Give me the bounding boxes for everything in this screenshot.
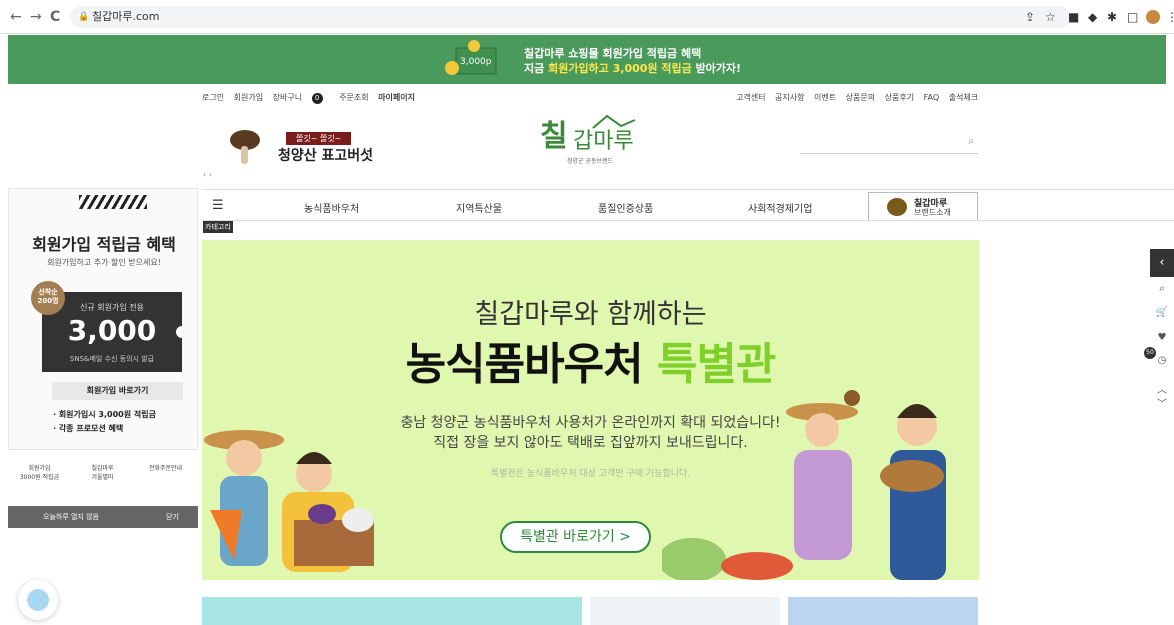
- nav-item-social[interactable]: 사회적경제기업: [748, 200, 812, 215]
- benefit-1: · 회원가입시 3,000원 적립금: [53, 410, 156, 419]
- url-text: 칠갑마루.com: [92, 10, 160, 23]
- mypage-link[interactable]: 마이페이지: [378, 93, 415, 102]
- banner-line2: 지금 회원가입하고 3,000원 적립금 받아가자!: [524, 62, 742, 75]
- farmers-illustration-right: [662, 390, 946, 580]
- nav-item-local[interactable]: 지역특산물: [456, 200, 502, 215]
- content-card[interactable]: [788, 597, 978, 625]
- extension-icon[interactable]: ◆: [1088, 10, 1097, 24]
- puzzle-icon[interactable]: ✱: [1107, 10, 1117, 24]
- popup-links: 회원가입 3000원 적립금 칠갑마루 겨울별미 전화주문안내: [8, 458, 198, 498]
- content-card[interactable]: [202, 597, 582, 625]
- brand-sub: 브랜드소개: [914, 208, 951, 217]
- cart-count-badge: 0: [311, 93, 323, 104]
- category-tooltip: 카테고리: [203, 221, 233, 233]
- hamburger-menu-icon[interactable]: ☰: [212, 198, 224, 213]
- cart-icon[interactable]: 🛒: [1150, 307, 1174, 318]
- hero-line1: 칠갑마루와 함께하는: [474, 299, 707, 330]
- heart-icon[interactable]: ♥: [1150, 332, 1174, 343]
- coupon-note: SNS&메일 수신 동의시 발급: [69, 355, 155, 363]
- join-link[interactable]: 회원가입: [234, 93, 263, 102]
- signup-popup: 회원가입 적립금 혜택 회원가입하고 추가 할인 받으세요! 신규 회원가입 전…: [0, 188, 202, 530]
- recent-count-badge: 50: [1144, 347, 1156, 359]
- bookmark-star-icon[interactable]: ☆: [1045, 10, 1056, 24]
- svg-text:갑마루: 갑마루: [573, 129, 634, 154]
- special-hall-button[interactable]: 특별관 바로가기 >: [500, 521, 651, 553]
- first-come-badge: 선착순 200명: [31, 281, 65, 315]
- popup-link-winter[interactable]: 칠갑마루 겨울별미: [71, 458, 134, 482]
- promo-tag: 쫄깃~ 쫄깃~: [286, 132, 352, 145]
- browser-toolbar: ← → C 🔒 칠갑마루.com ⇪ ☆ ■ ◆ ✱ □ ⋮: [0, 0, 1174, 34]
- cart-link[interactable]: 장바구니 0: [273, 93, 330, 104]
- close-button[interactable]: 닫기: [166, 512, 179, 522]
- search-input[interactable]: ⌕: [800, 130, 978, 154]
- util-link-event[interactable]: 이벤트: [814, 93, 836, 102]
- search-icon[interactable]: ⌕: [1150, 283, 1174, 294]
- mushroom-icon: [230, 130, 260, 164]
- svg-text:칠: 칠: [540, 119, 568, 154]
- close-today-button[interactable]: 오늘하루 열지 않음: [43, 512, 99, 522]
- main-nav: ☰ 농식품바우처 지역특산물 품질인증상품 사회적경제기업 칠갑마루 브랜드소개: [200, 189, 1174, 221]
- chevron-down-icon[interactable]: ﹀: [1150, 395, 1174, 410]
- signup-shortcut-button[interactable]: 회원가입 바로가기: [52, 382, 183, 400]
- lock-icon: 🔒: [78, 12, 90, 22]
- forward-icon[interactable]: →: [30, 9, 42, 25]
- brand-intro-tab[interactable]: 칠갑마루 브랜드소개: [868, 192, 978, 220]
- util-link-attendance[interactable]: 출석체크: [949, 93, 978, 102]
- login-link[interactable]: 로그인: [202, 93, 224, 102]
- util-link-qna[interactable]: 상품문의: [846, 93, 875, 102]
- coin-label: 3,000p: [460, 57, 492, 67]
- popup-subtitle: 회원가입하고 추가 할인 받으세요!: [47, 258, 161, 267]
- search-icon[interactable]: ⌕: [968, 136, 974, 147]
- popup-body: 회원가입 적립금 혜택 회원가입하고 추가 할인 받으세요! 신규 회원가입 전…: [8, 188, 198, 450]
- promo-title[interactable]: 청양산 표고버섯: [278, 145, 373, 165]
- signup-reward-banner[interactable]: 3,000p 칠갑마루 쇼핑몰 회원가입 적립금 혜택 지금 회원가입하고 3,…: [8, 35, 1166, 84]
- benefit-2: · 각종 프로모션 혜택: [53, 424, 124, 433]
- back-icon[interactable]: ←: [10, 9, 22, 25]
- order-lookup-link[interactable]: 주문조회: [339, 93, 368, 102]
- logo-subtitle: 청양군 공동브랜드: [567, 158, 614, 165]
- stripes-decoration: [79, 195, 147, 209]
- util-nav-right: 고객센터 공지사항 이벤트 상품문의 상품후기 FAQ 출석체크: [736, 92, 985, 103]
- content-card[interactable]: [590, 597, 780, 625]
- share-icon[interactable]: ⇪: [1025, 10, 1035, 24]
- banner-line1: 칠갑마루 쇼핑몰 회원가입 적립금 혜택: [524, 47, 702, 60]
- hero-title: 농식품바우처 특별관: [405, 339, 777, 390]
- nav-item-certified[interactable]: 품질인증상품: [598, 200, 653, 215]
- address-bar[interactable]: 🔒 칠갑마루.com: [70, 6, 1070, 28]
- util-link-cs[interactable]: 고객센터: [736, 93, 765, 102]
- util-nav-left: 로그인 회원가입 장바구니 0 주문조회 마이페이지: [202, 92, 422, 104]
- chat-button[interactable]: [18, 580, 58, 620]
- util-link-review[interactable]: 상품후기: [885, 93, 914, 102]
- popup-link-phone[interactable]: 전화주문안내: [134, 458, 197, 473]
- profile-avatar[interactable]: [1146, 10, 1160, 24]
- sidepanel-icon[interactable]: □: [1127, 10, 1138, 24]
- promo-slide-arrows[interactable]: ‹ ›: [203, 170, 212, 179]
- extension-icon[interactable]: ■: [1068, 10, 1079, 24]
- brand-logo-icon: [887, 198, 907, 216]
- coupon-notch: [176, 326, 188, 338]
- popup-link-signup[interactable]: 회원가입 3000원 적립금: [8, 458, 71, 482]
- util-link-notice[interactable]: 공지사항: [775, 93, 804, 102]
- quick-menu: ‹ ⌕ 🛒 ♥ ◷ 50 ︿ ﹀: [1144, 249, 1174, 439]
- util-link-faq[interactable]: FAQ: [924, 93, 940, 102]
- menu-kebab-icon[interactable]: ⋮: [1166, 10, 1174, 24]
- hero-banner[interactable]: 칠갑마루와 함께하는 농식품바우처 특별관 충남 청양군 농식품바우처 사용처가…: [202, 240, 979, 580]
- reload-icon[interactable]: C: [50, 9, 60, 25]
- coupon-value: 3,000: [67, 314, 157, 347]
- popup-title: 회원가입 적립금 혜택: [32, 235, 176, 254]
- popup-footer: 오늘하루 열지 않음 닫기: [8, 506, 198, 528]
- chevron-up-icon[interactable]: ︿: [1150, 381, 1174, 396]
- chevron-left-icon[interactable]: ‹: [1150, 249, 1174, 277]
- nav-item-voucher[interactable]: 농식품바우처: [304, 200, 359, 215]
- chatbot-icon: [27, 589, 49, 611]
